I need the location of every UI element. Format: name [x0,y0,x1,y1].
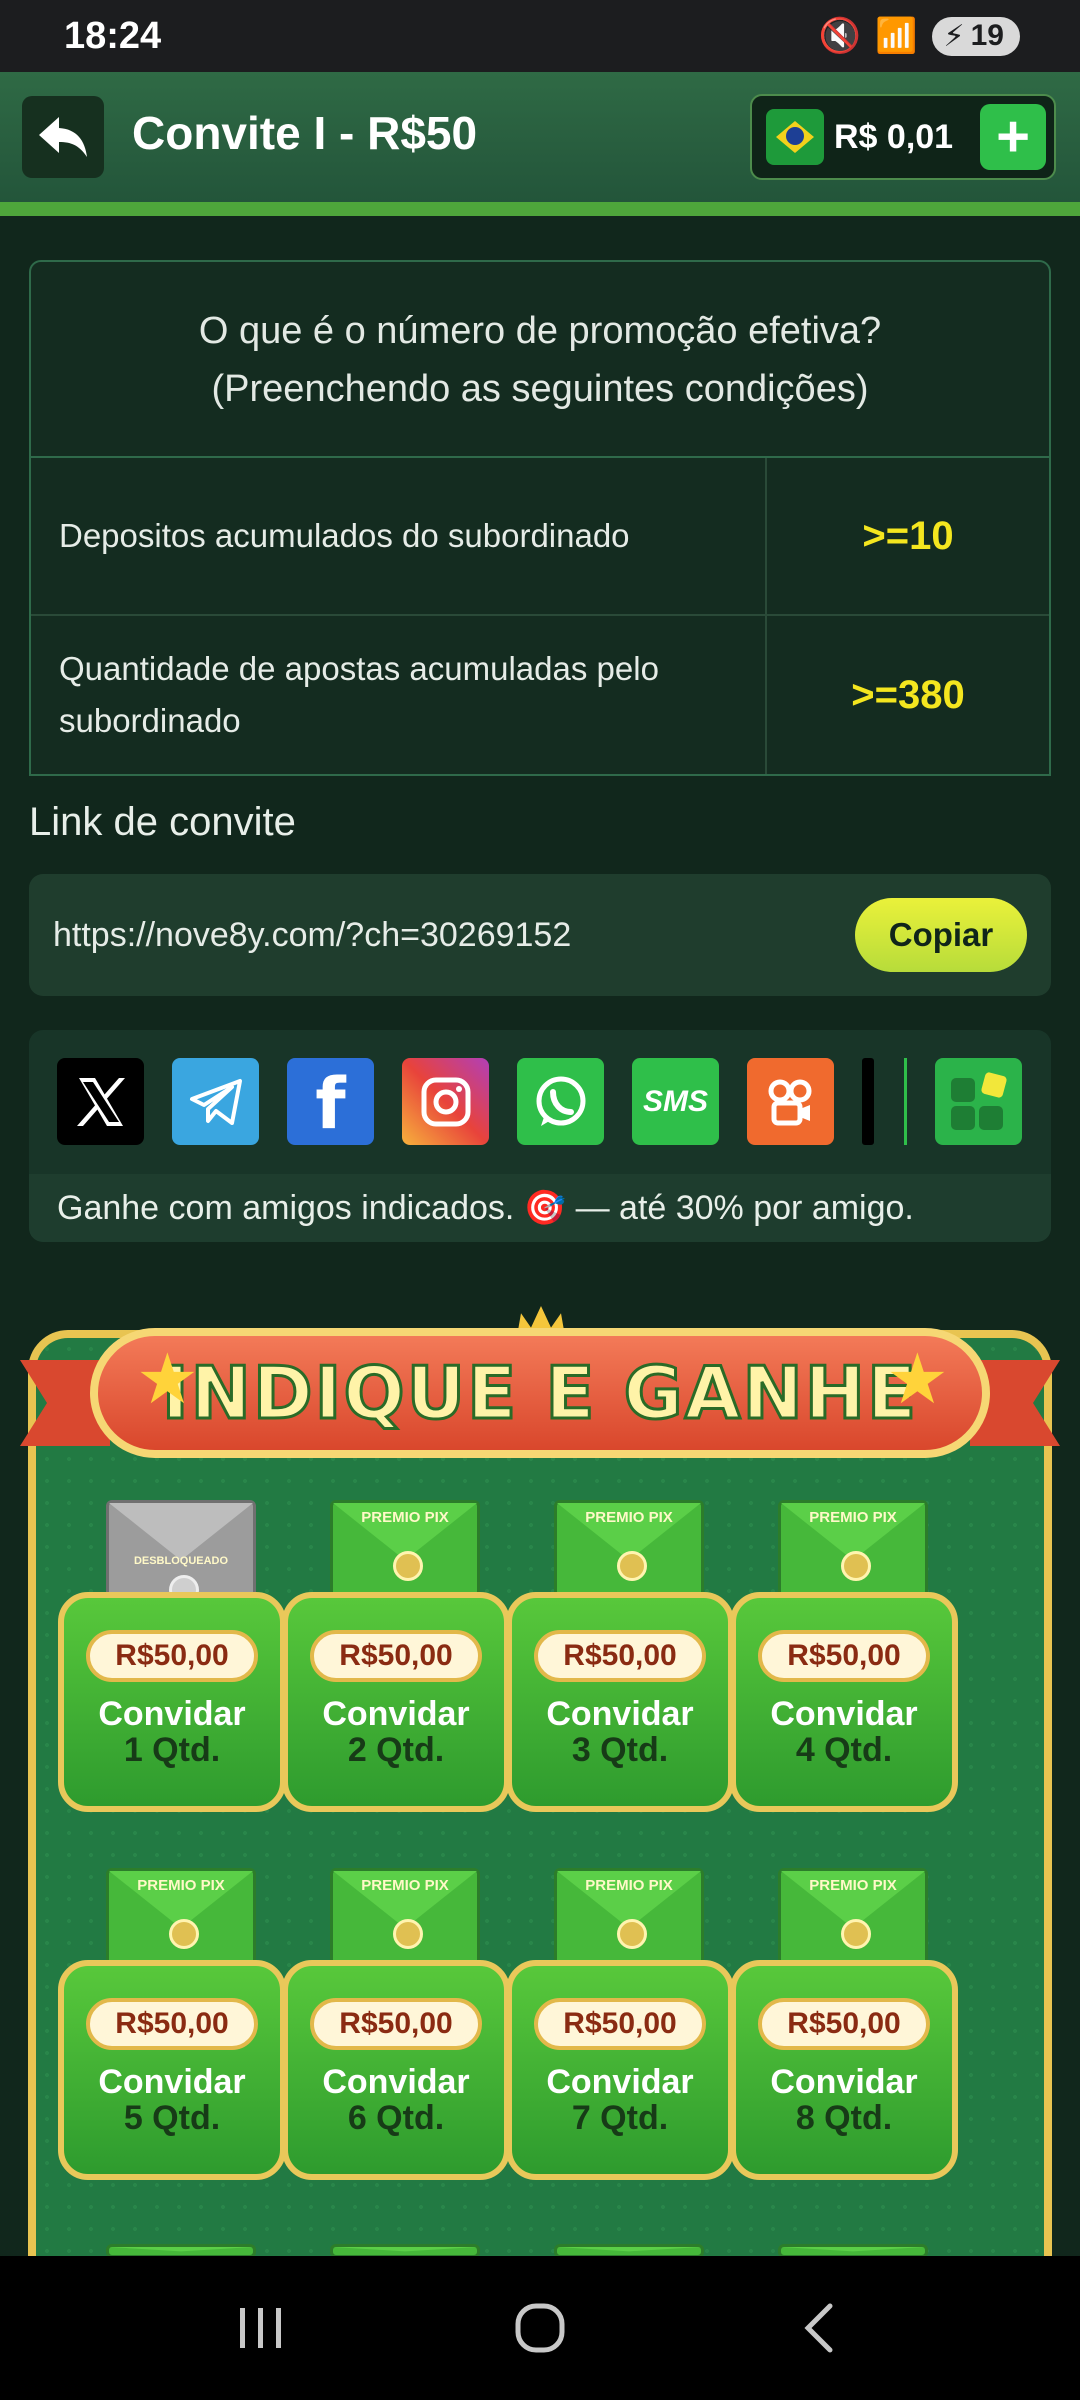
star-icon: ★ [886,1340,949,1418]
back-button[interactable] [22,96,104,178]
x-icon[interactable] [57,1058,144,1145]
envelope-label: PREMIO PIX [585,1877,673,1894]
app-header: Convite I - R$50 R$ 0,01 + [0,72,1080,216]
sms-icon[interactable]: SMS [632,1058,719,1145]
charging-icon: ⚡ [943,19,965,53]
condition-label: Quantidade de apostas acumuladas pelo su… [31,616,767,774]
reward-card[interactable]: PREMIO PIX R$50,00 Convidar 2 Qtd. [282,1500,510,1820]
envelope-label: PREMIO PIX [361,1877,449,1894]
envelope-label: PREMIO PIX [137,1877,225,1894]
home-icon[interactable] [510,2298,570,2358]
whatsapp-icon[interactable] [517,1058,604,1145]
invite-link-label: Link de convite [29,800,296,844]
invite-link-box: https://nove8y.com/?ch=30269152 Copiar [29,874,1051,996]
back-arrow-icon [39,117,87,157]
reward-price: R$50,00 [310,1630,482,1682]
page-title: Convite I - R$50 [132,107,478,159]
status-bar: 18:24 🔇 📶 ⚡ 19 [0,0,1080,72]
promo-banner: INDIQUE E GANHE ★ ★ [20,1306,1060,1466]
share-panel: f SMS Ganhe com amigos indicados. 🎯 — at… [29,1030,1051,1242]
condition-label: Depositos acumulados do subordinado [31,458,767,614]
recent-apps-icon[interactable] [230,2298,290,2358]
status-time: 18:24 [64,14,162,57]
reward-qty: 8 Qtd. [795,2099,893,2137]
envelope-label: PREMIO PIX [361,1509,449,1526]
reward-price: R$50,00 [86,1998,258,2050]
reward-label: Convidar [546,1695,694,1733]
balance-amount: R$ 0,01 [834,117,954,156]
reward-card[interactable]: PREMIO PIX R$50,00 Convidar 4 Qtd. [730,1500,958,1820]
copy-button[interactable]: Copiar [855,898,1027,972]
reward-card[interactable]: PREMIO PIX R$50,00 Convidar 3 Qtd. [506,1500,734,1820]
conditions-heading-line1: O que é o número de promoção efetiva? [198,310,882,352]
condition-row: Quantidade de apostas acumuladas pelo su… [31,616,1049,774]
envelope-locked-label: DESBLOQUEADO [133,1555,229,1567]
more-apps-icon[interactable] [935,1058,1022,1145]
reward-price: R$50,00 [534,1998,706,2050]
mute-icon: 🔇 [818,17,862,55]
banner-plate: INDIQUE E GANHE [90,1328,990,1458]
reward-qty: 1 Qtd. [123,1731,221,1769]
plus-icon: + [996,104,1030,169]
reward-label: Convidar [322,2063,470,2101]
star-icon: ★ [136,1340,199,1418]
wifi-icon: 📶 [875,17,918,55]
banner-title: INDIQUE E GANHE [160,1350,919,1437]
reward-qty: 2 Qtd. [347,1731,445,1769]
reward-price: R$50,00 [86,1630,258,1682]
reward-label: Convidar [770,1695,918,1733]
reward-price: R$50,00 [310,1998,482,2050]
scroll-divider-accent [904,1058,907,1145]
invite-url[interactable]: https://nove8y.com/?ch=30269152 [53,916,571,955]
reward-price: R$50,00 [758,1630,930,1682]
conditions-heading: O que é o número de promoção efetiva? (P… [31,262,1049,458]
condition-value: >=10 [862,513,954,558]
reward-qty: 4 Qtd. [795,1731,893,1769]
condition-value: >=380 [851,672,965,717]
reward-card[interactable]: DESBLOQUEADO R$50,00 Convidar 1 Qtd. [58,1500,286,1820]
reward-price: R$50,00 [758,1998,930,2050]
condition-row: Depositos acumulados do subordinado >=10 [31,458,1049,616]
scroll-divider [862,1058,874,1145]
reward-qty: 5 Qtd. [123,2099,221,2137]
kwai-icon[interactable] [747,1058,834,1145]
reward-label: Convidar [322,1695,470,1733]
reward-card[interactable]: PREMIO PIX R$50,00 Convidar 8 Qtd. [730,1868,958,2188]
reward-price: R$50,00 [534,1630,706,1682]
deposit-button[interactable]: + [980,104,1046,170]
facebook-icon[interactable]: f [287,1058,374,1145]
envelope-label: PREMIO PIX [809,1509,897,1526]
reward-card[interactable]: PREMIO PIX R$50,00 Convidar 7 Qtd. [506,1868,734,2188]
balance-widget: R$ 0,01 + [750,94,1056,180]
back-nav-icon[interactable] [790,2298,850,2358]
reward-qty: 7 Qtd. [571,2099,669,2137]
share-promo-text: Ganhe com amigos indicados. 🎯 — até 30% … [29,1174,1051,1242]
reward-label: Convidar [546,2063,694,2101]
reward-label: Convidar [98,2063,246,2101]
instagram-icon[interactable] [402,1058,489,1145]
conditions-table: O que é o número de promoção efetiva? (P… [29,260,1051,776]
reward-label: Convidar [770,2063,918,2101]
share-icons-row: f SMS [29,1030,1051,1174]
status-icons: 🔇 📶 ⚡ 19 [819,16,1020,56]
reward-card[interactable]: PREMIO PIX R$50,00 Convidar 5 Qtd. [58,1868,286,2188]
reward-card[interactable]: PREMIO PIX R$50,00 Convidar 6 Qtd. [282,1868,510,2188]
system-nav-bar [0,2256,1080,2400]
envelope-label: PREMIO PIX [585,1509,673,1526]
conditions-heading-line2: (Preenchendo as seguintes condições) [211,368,869,410]
telegram-icon[interactable] [172,1058,259,1145]
reward-qty: 3 Qtd. [571,1731,669,1769]
envelope-label: PREMIO PIX [809,1877,897,1894]
reward-qty: 6 Qtd. [347,2099,445,2137]
brazil-flag-icon [766,109,824,165]
battery-level: 19 [970,19,1004,52]
reward-label: Convidar [98,1695,246,1733]
battery-indicator: ⚡ 19 [931,16,1020,56]
